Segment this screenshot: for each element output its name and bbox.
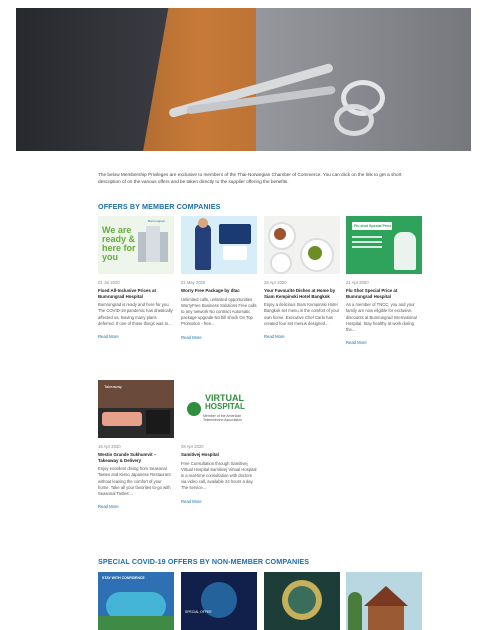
sushi-icon	[102, 412, 142, 426]
bento-icon	[146, 410, 170, 434]
offer-card[interactable]: SPECIAL OFFER	[181, 572, 257, 630]
card-description: Unlimited calls, unlimited opportunities…	[181, 296, 257, 327]
thumb-label: Takeaway	[104, 384, 122, 389]
offer-card[interactable]: 28 Apr 2020 Your Favourite Dishes at Hom…	[264, 216, 340, 339]
roof-icon	[364, 586, 408, 606]
card-description: As a member of TNCC, you and your family…	[346, 302, 417, 332]
person-icon	[195, 224, 211, 270]
read-more-link[interactable]: Read More	[181, 499, 257, 504]
intro-text: The below Membership Privileges are excl…	[98, 172, 402, 184]
offer-thumbnail[interactable]: We are ready & here for you Bumrungrad	[98, 216, 174, 274]
food-icon	[308, 246, 322, 260]
offer-thumbnail[interactable]: STAY WITH CONFIDENCE	[98, 572, 174, 630]
card-title[interactable]: Your Favourite Dishes at Home by Siam Ke…	[264, 288, 340, 299]
offer-thumbnail[interactable]	[346, 572, 422, 630]
doctor-icon	[394, 232, 416, 270]
offer-card[interactable]: STAY WITH CONFIDENCE	[98, 572, 174, 630]
card-title[interactable]: Samitivej Hospital	[181, 452, 257, 458]
thumb-caption: Member of the American Telemedicine Asso…	[203, 414, 243, 423]
offer-card[interactable]: VIRTUAL HOSPITAL Member of the American …	[181, 380, 257, 504]
house-icon	[368, 606, 404, 630]
hero-shade	[16, 8, 471, 151]
text-lines	[352, 236, 382, 256]
card-date: 01 May 2020	[181, 280, 206, 285]
offer-thumbnail[interactable]	[181, 216, 257, 274]
card-description: Enjoy excellent dining from Seasonal Tas…	[98, 466, 171, 496]
offer-thumbnail[interactable]: VIRTUAL HOSPITAL Member of the American …	[181, 380, 257, 438]
card-title[interactable]: Worry Free Package by dtac	[181, 288, 257, 294]
card-date: 16 Apr 2020	[98, 444, 121, 449]
read-more-link[interactable]: Read More	[264, 334, 340, 339]
offer-thumbnail[interactable]	[264, 572, 340, 630]
brand-text: Bumrungrad	[148, 219, 165, 223]
offer-thumbnail[interactable]: Flu shot Special Price	[346, 216, 422, 274]
offer-thumbnail[interactable]	[264, 216, 340, 274]
card-description: Free Consultation through Samitivej Virt…	[181, 460, 257, 491]
offer-card[interactable]: We are ready & here for you Bumrungrad 0…	[98, 216, 174, 339]
read-more-link[interactable]: Read More	[98, 334, 174, 339]
banner-text: Flu shot Special Price	[354, 224, 392, 228]
thumb-text: We are ready & here for you	[102, 225, 136, 262]
card-title[interactable]: Flu Shot Special Price at Bumrungrad Hos…	[346, 288, 422, 299]
emblem-inner	[288, 586, 316, 614]
palm-tree-icon	[348, 592, 362, 630]
plate-icon	[270, 252, 292, 274]
offer-card[interactable]: Flu shot Special Price 21 Apr 2020 Flu S…	[346, 216, 422, 345]
read-more-link[interactable]: Read More	[181, 335, 257, 340]
offer-card[interactable]	[346, 572, 422, 630]
thumb-label: SPECIAL OFFER	[185, 610, 212, 614]
building-icon	[146, 226, 160, 262]
members-section-title: OFFERS BY MEMBER COMPANIES	[98, 202, 221, 211]
offer-thumbnail[interactable]: Takeaway	[98, 380, 174, 438]
phone-screen	[223, 246, 247, 260]
card-title[interactable]: Fixed All-Inclusive Prices at Bumrungrad…	[98, 288, 174, 299]
card-date: 01 Jul 2020	[98, 280, 120, 285]
offer-card[interactable]: Takeaway 16 Apr 2020 Westin Grande Sukhu…	[98, 380, 174, 509]
read-more-link[interactable]: Read More	[98, 504, 174, 509]
thumb-label: STAY WITH CONFIDENCE	[102, 576, 145, 580]
card-title[interactable]: Westin Grande Sukhumvit – Takeaway & Del…	[98, 452, 174, 463]
samitivej-logo-icon	[187, 402, 201, 416]
card-description: Enjoy a delicious Siam Kempinski Hotel B…	[264, 302, 340, 326]
person-head	[198, 218, 208, 228]
nonmembers-section-title: SPECIAL COVID-19 OFFERS BY NON-MEMBER CO…	[98, 557, 310, 566]
phone-icon	[219, 224, 251, 244]
scissors-handle-2	[334, 104, 374, 136]
offer-card[interactable]	[264, 572, 340, 630]
read-more-link[interactable]: Read More	[346, 340, 422, 345]
offer-thumbnail[interactable]: SPECIAL OFFER	[181, 572, 257, 630]
offer-card[interactable]: 01 May 2020 Worry Free Package by dtac U…	[181, 216, 257, 340]
card-description: Bumrungrad is ready and here for you. Th…	[98, 302, 173, 326]
card-date: 21 Apr 2020	[346, 280, 369, 285]
food-icon	[274, 228, 286, 240]
trees-icon	[98, 616, 174, 630]
hero-image	[16, 8, 471, 151]
thumb-subtitle: HOSPITAL	[205, 402, 245, 411]
card-date: 28 Apr 2020	[264, 280, 287, 285]
card-date: 08 Apr 2020	[181, 444, 204, 449]
